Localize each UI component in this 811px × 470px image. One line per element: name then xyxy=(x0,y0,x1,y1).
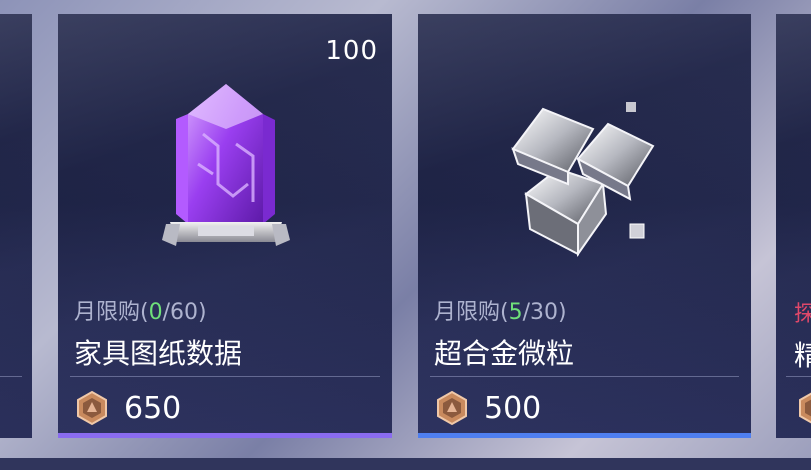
item-name: 家具图纸数据 xyxy=(74,337,243,370)
limit-current: 0 xyxy=(148,300,163,325)
shop-item-card[interactable]: 月限购(5/30) 超合金微粒 500 xyxy=(418,14,751,438)
price-row: 500 xyxy=(434,388,541,428)
metal-cubes-icon xyxy=(511,102,655,258)
purple-crystal-blueprint-icon xyxy=(162,84,290,246)
divider xyxy=(430,376,739,377)
divider xyxy=(786,376,811,377)
item-name: 超合金微粒 xyxy=(434,337,575,370)
shop-item-card-partial-left[interactable] xyxy=(0,14,32,438)
item-price: 500 xyxy=(484,390,542,426)
item-quantity: 100 xyxy=(325,36,378,66)
monthly-limit: 月限购(0/60) xyxy=(74,300,207,325)
divider xyxy=(0,376,22,377)
shop-item-card[interactable]: 100 月限购(0/60) 家具图纸数据 650 xyxy=(58,14,392,438)
divider xyxy=(70,376,380,377)
bronze-hex-coin-icon xyxy=(799,392,811,424)
limit-current: 5 xyxy=(508,300,523,325)
shop-item-card-partial-right[interactable]: 探 精 xyxy=(776,14,811,438)
bronze-hex-coin-icon xyxy=(77,390,107,426)
price-row: 650 xyxy=(74,388,181,428)
monthly-limit: 月限购(5/30) xyxy=(434,300,567,325)
item-price: 650 xyxy=(124,390,182,426)
next-row-cards-edge xyxy=(0,458,811,470)
bronze-hex-coin-icon xyxy=(437,390,467,426)
item-tag: 探 xyxy=(794,302,811,327)
item-name: 精 xyxy=(794,339,811,372)
